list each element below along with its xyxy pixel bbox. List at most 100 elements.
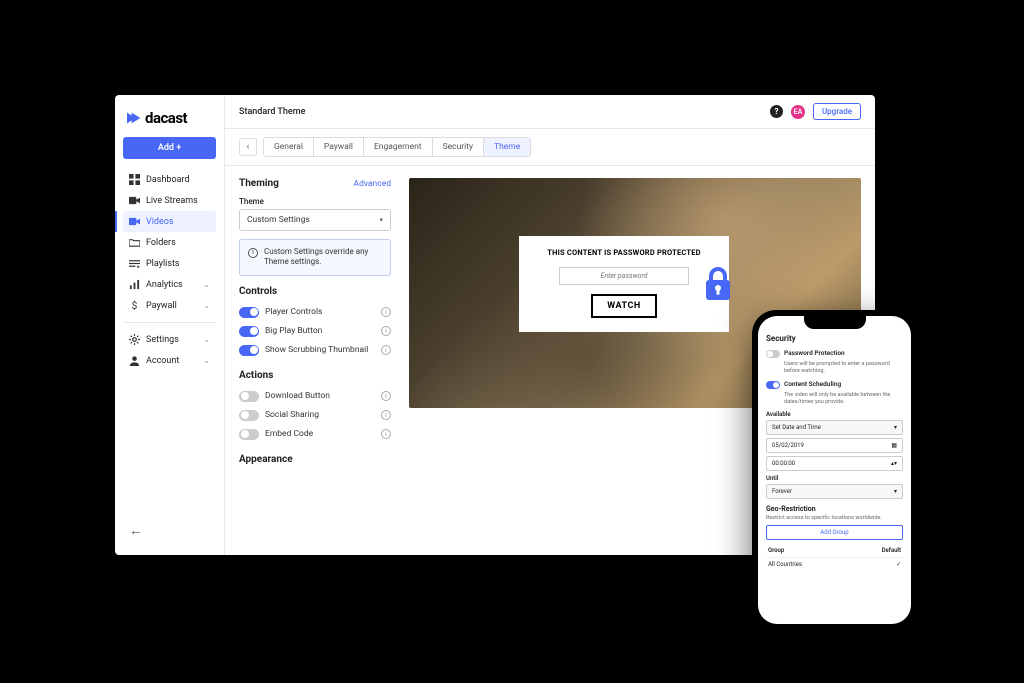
sidebar-item-playlists[interactable]: Playlists bbox=[123, 253, 216, 274]
toggle-scrubbing[interactable]: Show Scrubbing Thumbnail i bbox=[239, 341, 391, 360]
chevron-down-icon: ⌄ bbox=[203, 356, 210, 365]
theme-select[interactable]: Custom Settings ▾ bbox=[239, 209, 391, 231]
password-protection-desc: Users will be prompted to enter a passwo… bbox=[784, 361, 903, 375]
password-input[interactable] bbox=[559, 267, 689, 285]
back-button[interactable]: ‹ bbox=[239, 138, 257, 156]
paywall-icon: $ bbox=[129, 300, 140, 311]
page-title: Standard Theme bbox=[239, 107, 305, 117]
collapse-button[interactable]: ← bbox=[123, 516, 216, 545]
info-icon[interactable]: i bbox=[381, 429, 391, 439]
toggle-switch[interactable] bbox=[239, 391, 259, 402]
advanced-link[interactable]: Advanced bbox=[354, 179, 391, 189]
password-protection-label: Password Protection bbox=[784, 349, 845, 357]
sidebar-item-account[interactable]: Account ⌄ bbox=[123, 350, 216, 371]
theming-title: Theming bbox=[239, 178, 279, 189]
info-icon[interactable]: i bbox=[381, 307, 391, 317]
stepper-icon: ▴▾ bbox=[891, 460, 897, 467]
toggle-switch[interactable] bbox=[239, 326, 259, 337]
toggle-embed[interactable]: Embed Code i bbox=[239, 425, 391, 444]
toggle-player-controls[interactable]: Player Controls i bbox=[239, 303, 391, 322]
toggle-switch[interactable] bbox=[239, 410, 259, 421]
toggle-label: Embed Code bbox=[265, 429, 313, 439]
date-input[interactable]: 05/02/2019 ▦ bbox=[766, 438, 903, 453]
upgrade-button[interactable]: Upgrade bbox=[813, 103, 861, 120]
toggle-label: Big Play Button bbox=[265, 326, 322, 336]
sidebar-item-settings[interactable]: Settings ⌄ bbox=[123, 329, 216, 350]
info-box: i Custom Settings override any Theme set… bbox=[239, 239, 391, 276]
sidebar-item-analytics[interactable]: Analytics ⌄ bbox=[123, 274, 216, 295]
phone-notch bbox=[804, 316, 866, 329]
toggle-switch[interactable] bbox=[239, 345, 259, 356]
toggle-switch[interactable] bbox=[239, 307, 259, 318]
playlist-icon bbox=[129, 258, 140, 269]
phone-screen: Security Password Protection Users will … bbox=[758, 316, 911, 624]
sidebar-item-label: Paywall bbox=[146, 301, 177, 311]
sidebar-item-label: Videos bbox=[146, 217, 174, 227]
toggle-switch[interactable] bbox=[766, 350, 780, 358]
col-group: Group bbox=[768, 547, 784, 554]
content-scheduling-label: Content Scheduling bbox=[784, 380, 841, 388]
info-icon[interactable]: i bbox=[381, 391, 391, 401]
toggle-switch[interactable] bbox=[239, 429, 259, 440]
info-icon[interactable]: i bbox=[381, 326, 391, 336]
password-overlay: THIS CONTENT IS PASSWORD PROTECTED WATCH bbox=[519, 236, 729, 332]
caret-down-icon: ▾ bbox=[894, 488, 897, 495]
overlay-title: THIS CONTENT IS PASSWORD PROTECTED bbox=[533, 248, 715, 257]
sidebar-item-livestreams[interactable]: Live Streams bbox=[123, 190, 216, 211]
tabs-row: ‹ General Paywall Engagement Security Th… bbox=[225, 129, 875, 166]
tab-theme[interactable]: Theme bbox=[484, 138, 530, 156]
sidebar-item-label: Dashboard bbox=[146, 175, 190, 185]
time-value: 00:00:00 bbox=[772, 460, 795, 467]
sidebar-item-folders[interactable]: Folders bbox=[123, 232, 216, 253]
sidebar-item-label: Settings bbox=[146, 335, 179, 345]
sidebar: dacast Add + Dashboard Live Streams Vide… bbox=[115, 95, 225, 555]
add-button[interactable]: Add + bbox=[123, 137, 216, 159]
caret-down-icon: ▾ bbox=[894, 424, 897, 431]
toggle-label: Show Scrubbing Thumbnail bbox=[265, 345, 368, 355]
sidebar-item-paywall[interactable]: $ Paywall ⌄ bbox=[123, 295, 216, 316]
sidebar-item-dashboard[interactable]: Dashboard bbox=[123, 169, 216, 190]
toggle-label: Social Sharing bbox=[265, 410, 319, 420]
tab-paywall[interactable]: Paywall bbox=[314, 138, 364, 156]
watch-button[interactable]: WATCH bbox=[591, 294, 656, 318]
info-icon[interactable]: i bbox=[381, 410, 391, 420]
dashboard-icon bbox=[129, 174, 140, 185]
toggle-social[interactable]: Social Sharing i bbox=[239, 406, 391, 425]
sidebar-item-videos[interactable]: Videos bbox=[123, 211, 216, 232]
tab-security[interactable]: Security bbox=[433, 138, 484, 156]
sidebar-item-label: Folders bbox=[146, 238, 176, 248]
toggle-big-play[interactable]: Big Play Button i bbox=[239, 322, 391, 341]
lock-icon bbox=[703, 266, 733, 306]
info-icon[interactable]: i bbox=[381, 345, 391, 355]
help-icon[interactable]: ? bbox=[770, 105, 783, 118]
info-icon: i bbox=[248, 248, 258, 258]
security-heading: Security bbox=[766, 334, 903, 343]
divider bbox=[123, 322, 216, 323]
avatar[interactable]: EA bbox=[791, 105, 805, 119]
check-icon: ✓ bbox=[896, 561, 901, 568]
add-group-button[interactable]: Add Group bbox=[766, 525, 903, 540]
select-value: Set Date and Time bbox=[772, 424, 821, 431]
tab-general[interactable]: General bbox=[264, 138, 314, 156]
header: Standard Theme ? EA Upgrade bbox=[225, 95, 875, 129]
logo-icon bbox=[125, 110, 141, 126]
chevron-down-icon: ⌄ bbox=[203, 301, 210, 310]
available-select[interactable]: Set Date and Time ▾ bbox=[766, 420, 903, 435]
table-row[interactable]: All Countries ✓ bbox=[766, 558, 903, 571]
tab-engagement[interactable]: Engagement bbox=[364, 138, 433, 156]
sidebar-item-label: Account bbox=[146, 356, 179, 366]
time-input[interactable]: 00:00:00 ▴▾ bbox=[766, 456, 903, 471]
sidebar-item-label: Analytics bbox=[146, 280, 183, 290]
toggle-download[interactable]: Download Button i bbox=[239, 387, 391, 406]
actions-title: Actions bbox=[239, 370, 391, 381]
row-group: All Countries bbox=[768, 561, 802, 568]
theme-value: Custom Settings bbox=[247, 215, 310, 225]
sidebar-item-label: Live Streams bbox=[146, 196, 198, 206]
svg-text:$: $ bbox=[132, 300, 138, 311]
caret-down-icon: ▾ bbox=[379, 216, 383, 224]
user-icon bbox=[129, 355, 140, 366]
toggle-switch[interactable] bbox=[766, 381, 780, 389]
available-label: Available bbox=[766, 411, 903, 418]
until-select[interactable]: Forever ▾ bbox=[766, 484, 903, 499]
analytics-icon bbox=[129, 279, 140, 290]
